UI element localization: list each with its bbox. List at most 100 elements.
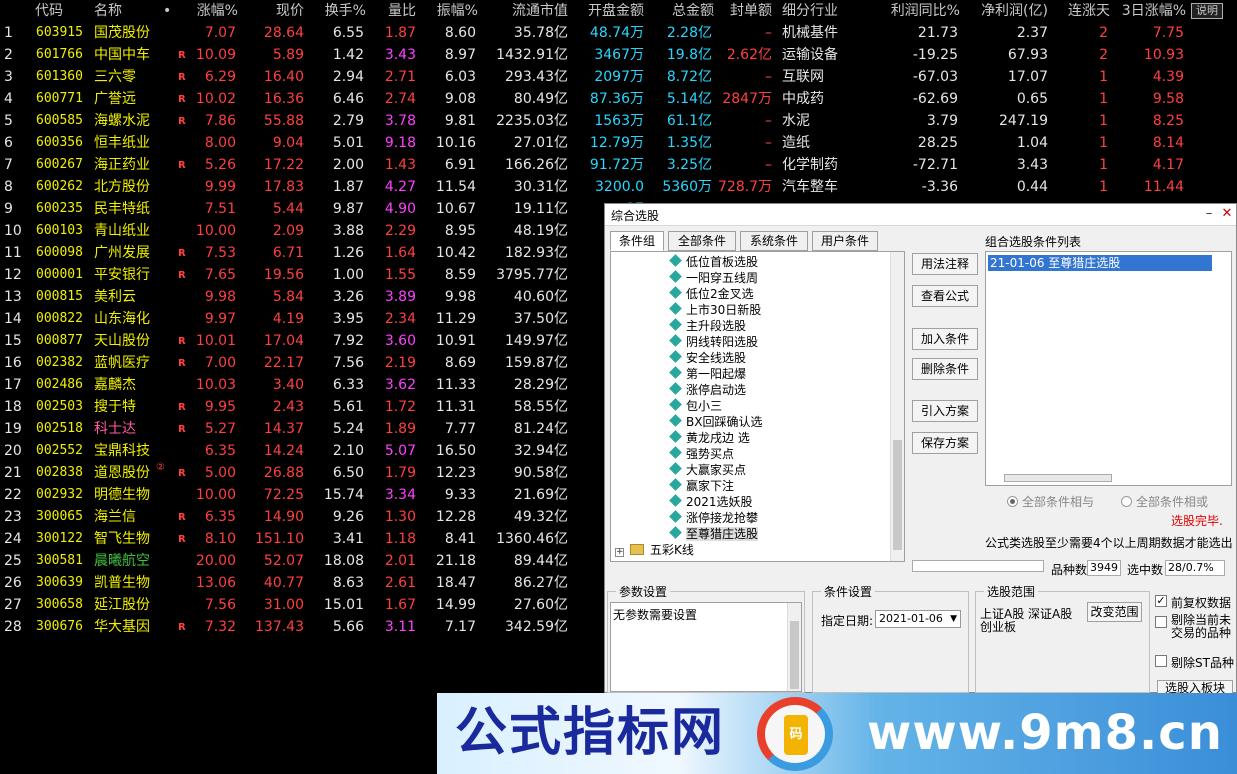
date-value: 2021-01-06	[879, 612, 943, 625]
banner-url: www.9m8.cn	[867, 705, 1223, 761]
tree-item[interactable]: 低位首板选股	[669, 254, 758, 270]
tree-item[interactable]: 强势买点	[669, 446, 734, 462]
tree-item[interactable]: 第一阳起爆	[669, 366, 746, 382]
delete-condition-button[interactable]: 删除条件	[912, 358, 978, 380]
cell-mcap: 3795.77亿	[496, 267, 568, 283]
cell-days: 1	[1099, 157, 1108, 173]
minimize-icon[interactable]: –	[1201, 205, 1217, 223]
list-hscrollbar[interactable]	[1004, 474, 1112, 482]
tree-item[interactable]: BX回踩确认选	[669, 414, 762, 430]
column-header[interactable]: 总金额	[654, 2, 714, 22]
column-header[interactable]: 封单额	[718, 2, 772, 22]
table-row[interactable]: 2 601766 中国中车 R 10.09 5.89 1.42 3.43 8.97 1432.91…	[0, 44, 1237, 66]
column-header[interactable]: 代码	[35, 2, 63, 22]
table-row[interactable]: 6 600356 恒丰纸业 8.00 9.04 5.01 9.18 10.16 27.01亿 12…	[0, 132, 1237, 154]
table-row[interactable]: 5 600585 海螺水泥 R 7.86 55.88 2.79 3.78 9.81 2235.03…	[0, 110, 1237, 132]
cell-chg: 7.51	[204, 201, 236, 217]
column-header[interactable]: 振幅%	[430, 2, 478, 22]
tree-item[interactable]: 赢家下注	[669, 478, 734, 494]
table-row[interactable]: 1 603915 国茂股份 7.07 28.64 6.55 1.87 8.60 35.78亿 48…	[0, 22, 1237, 44]
cell-code: 002503	[36, 399, 83, 414]
cell-d3: 8.14	[1152, 135, 1184, 151]
tree-item-label: 涨停接龙抢攀	[686, 511, 759, 525]
exclude-stopped-checkbox[interactable]	[1155, 616, 1167, 628]
column-header[interactable]: 名称	[94, 2, 122, 22]
cell-total: 61.1亿	[666, 113, 712, 129]
tree-item[interactable]: 涨停启动选	[669, 382, 746, 398]
column-header[interactable]: •	[163, 2, 171, 22]
chevron-down-icon[interactable]: ▼	[950, 611, 957, 627]
condition-list-item[interactable]: 21-01-06 至尊猎庄选股	[988, 255, 1212, 271]
param-scroll-thumb[interactable]	[790, 621, 799, 689]
fq-checkbox[interactable]: ✓	[1155, 595, 1167, 607]
tree-item[interactable]: 安全线选股	[669, 350, 747, 366]
exclude-st-checkbox[interactable]	[1155, 655, 1167, 667]
column-header[interactable]: 流通市值	[484, 2, 568, 22]
import-scheme-button[interactable]: 引入方案	[912, 400, 978, 422]
table-row[interactable]: 7 600267 海正药业 R 5.26 17.22 2.00 1.43 6.91 166.26亿…	[0, 154, 1237, 176]
column-header[interactable]: 净利润(亿)	[956, 2, 1048, 22]
tree-item[interactable]: 2021选妖股	[669, 494, 753, 510]
tree-folder[interactable]: + 五彩K线	[615, 542, 694, 558]
cell-mcap: 27.01亿	[513, 135, 568, 151]
tab-all-conditions[interactable]: 全部条件	[668, 231, 736, 251]
cell-name: 海兰信	[94, 509, 136, 525]
cell-code: 002932	[36, 487, 83, 502]
tree-item[interactable]: 至尊猎庄选股	[669, 526, 759, 542]
table-row[interactable]: 8 600262 北方股份 9.99 17.83 1.87 4.27 11.54 30.31亿 3…	[0, 176, 1237, 198]
column-header[interactable]: 现价	[254, 2, 304, 22]
tab-system-conditions[interactable]: 系统条件	[740, 231, 808, 251]
cell-n: 21	[4, 465, 22, 481]
tab-user-conditions[interactable]: 用户条件	[812, 231, 878, 251]
tree-scrollbar[interactable]	[890, 252, 904, 561]
save-scheme-button[interactable]: 保存方案	[912, 432, 978, 454]
condition-list[interactable]: 21-01-06 至尊猎庄选股	[985, 251, 1232, 486]
column-header[interactable]: 涨幅%	[192, 2, 238, 22]
tree-item[interactable]: 主升段选股	[669, 318, 746, 334]
param-scrollbar[interactable]	[787, 603, 801, 691]
column-header[interactable]: 开盘金额	[578, 2, 644, 22]
column-header[interactable]: 细分行业	[782, 2, 838, 22]
cell-code: 300581	[36, 553, 83, 568]
radio-or[interactable]: 全部条件相或	[1121, 493, 1208, 510]
column-header[interactable]: 换手%	[320, 2, 366, 22]
cell-code: 002382	[36, 355, 83, 370]
tree-item-label: 安全线选股	[686, 351, 747, 365]
tree-item[interactable]: 黄龙戌边 选	[669, 430, 750, 446]
explain-button[interactable]: 说明	[1191, 3, 1223, 19]
tree-item[interactable]: 一阳穿五线周	[669, 270, 758, 286]
condition-tree[interactable]: 低位首板选股 一阳穿五线周 低位2金叉选 上市30日新股 主升段选股 阴线转阳选股 安全线选…	[610, 251, 905, 562]
tree-item[interactable]: 上市30日新股	[669, 302, 761, 318]
cell-n: 24	[4, 531, 22, 547]
tree-item[interactable]: 阴线转阳选股	[669, 334, 758, 350]
cell-code: 002838	[36, 465, 83, 480]
formula-icon	[669, 446, 682, 459]
tree-item[interactable]: 低位2金叉选	[669, 286, 754, 302]
radio-or-icon[interactable]	[1121, 496, 1132, 507]
tree-item[interactable]: 包小三	[669, 398, 722, 414]
column-header[interactable]: 利润同比%	[876, 2, 960, 22]
table-row[interactable]: 4 600771 广誉远 R 10.02 16.36 6.46 2.74 9.08 80.49亿 8…	[0, 88, 1237, 110]
formula-icon	[669, 270, 682, 283]
radio-and-icon[interactable]	[1007, 496, 1018, 507]
radio-and[interactable]: 全部条件相与	[1007, 493, 1094, 510]
view-formula-button[interactable]: 查看公式	[912, 285, 978, 307]
column-header[interactable]: 量比	[382, 2, 416, 22]
tab-condition-group[interactable]: 条件组	[610, 231, 664, 251]
change-range-button[interactable]: 改变范围	[1087, 602, 1142, 622]
add-condition-button[interactable]: 加入条件	[912, 328, 978, 350]
tree-item[interactable]: 大赢家买点	[669, 462, 746, 478]
column-header[interactable]: 连涨天	[1058, 2, 1110, 22]
cell-name: 天山股份	[94, 333, 150, 349]
close-icon[interactable]: ✕	[1219, 205, 1235, 223]
tree-scroll-thumb[interactable]	[893, 440, 902, 550]
usage-note-button[interactable]: 用法注释	[912, 253, 978, 275]
param-box[interactable]: 无参数需要设置	[610, 602, 802, 692]
cell-chg: 10.09	[195, 47, 236, 63]
tree-item[interactable]: 涨停接龙抢攀	[669, 510, 759, 526]
cell-seal: 728.7万	[718, 179, 773, 195]
date-select[interactable]: 2021-01-06 ▼	[875, 610, 961, 628]
expand-icon[interactable]: +	[615, 548, 624, 557]
column-header[interactable]: 3日涨幅%	[1114, 2, 1186, 22]
table-row[interactable]: 3 601360 三六零 R 6.29 16.40 2.94 2.71 6.03 293.43亿 2…	[0, 66, 1237, 88]
